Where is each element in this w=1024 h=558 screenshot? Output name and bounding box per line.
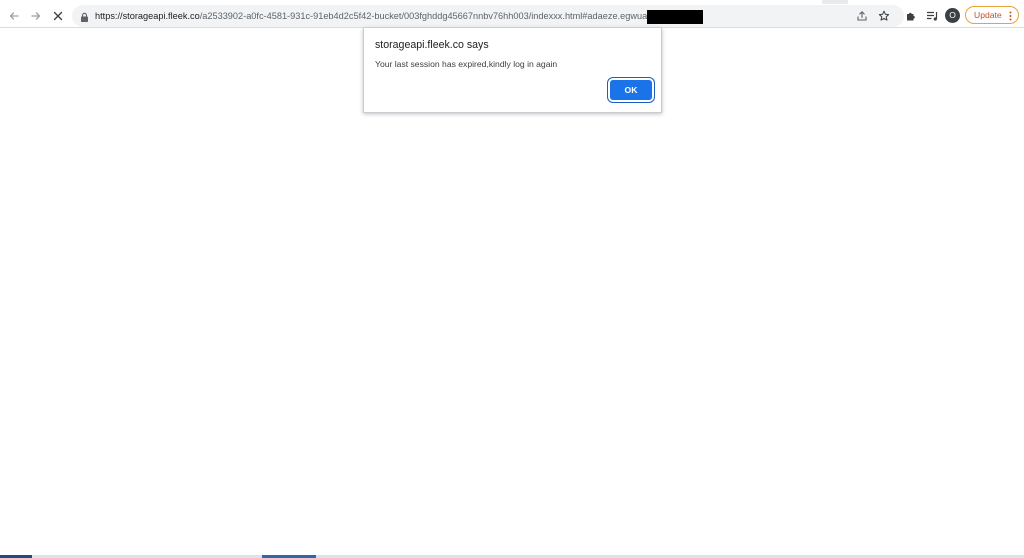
url-text[interactable]: https://storageapi.fleek.co/a2533902-a0f…	[95, 5, 703, 27]
address-bar[interactable]: https://storageapi.fleek.co/a2533902-a0f…	[72, 5, 904, 27]
profile-avatar[interactable]: O	[945, 8, 960, 23]
media-icon[interactable]	[924, 8, 940, 24]
ok-button[interactable]: OK	[610, 80, 652, 100]
more-vert-icon	[1009, 10, 1012, 26]
puzzle-icon[interactable]	[903, 8, 919, 24]
forward-button[interactable]	[26, 6, 46, 26]
update-label: Update	[974, 10, 1002, 20]
url-host: https://storageapi.fleek.co	[95, 11, 200, 21]
browser-toolbar: https://storageapi.fleek.co/a2533902-a0f…	[0, 4, 1024, 28]
url-path: /a2533902-a0fc-4581-931c-91eb4d2c5f42-bu…	[199, 11, 655, 21]
share-icon[interactable]	[854, 8, 870, 24]
stop-button[interactable]	[48, 6, 68, 26]
browser-window: https://storageapi.fleek.co/a2533902-a0f…	[0, 0, 1024, 558]
stop-icon	[53, 11, 63, 21]
dialog-message: Your last session has expired,kindly log…	[375, 59, 558, 69]
update-button[interactable]: Update	[965, 6, 1019, 24]
back-button[interactable]	[4, 6, 24, 26]
back-arrow-icon	[9, 12, 19, 20]
star-icon[interactable]	[876, 8, 892, 24]
redaction-box	[646, 9, 703, 24]
alert-dialog: storageapi.fleek.co says Your last sessi…	[363, 28, 662, 113]
forward-arrow-icon	[31, 12, 41, 20]
dialog-title: storageapi.fleek.co says	[375, 39, 489, 51]
lock-icon[interactable]	[80, 10, 89, 28]
